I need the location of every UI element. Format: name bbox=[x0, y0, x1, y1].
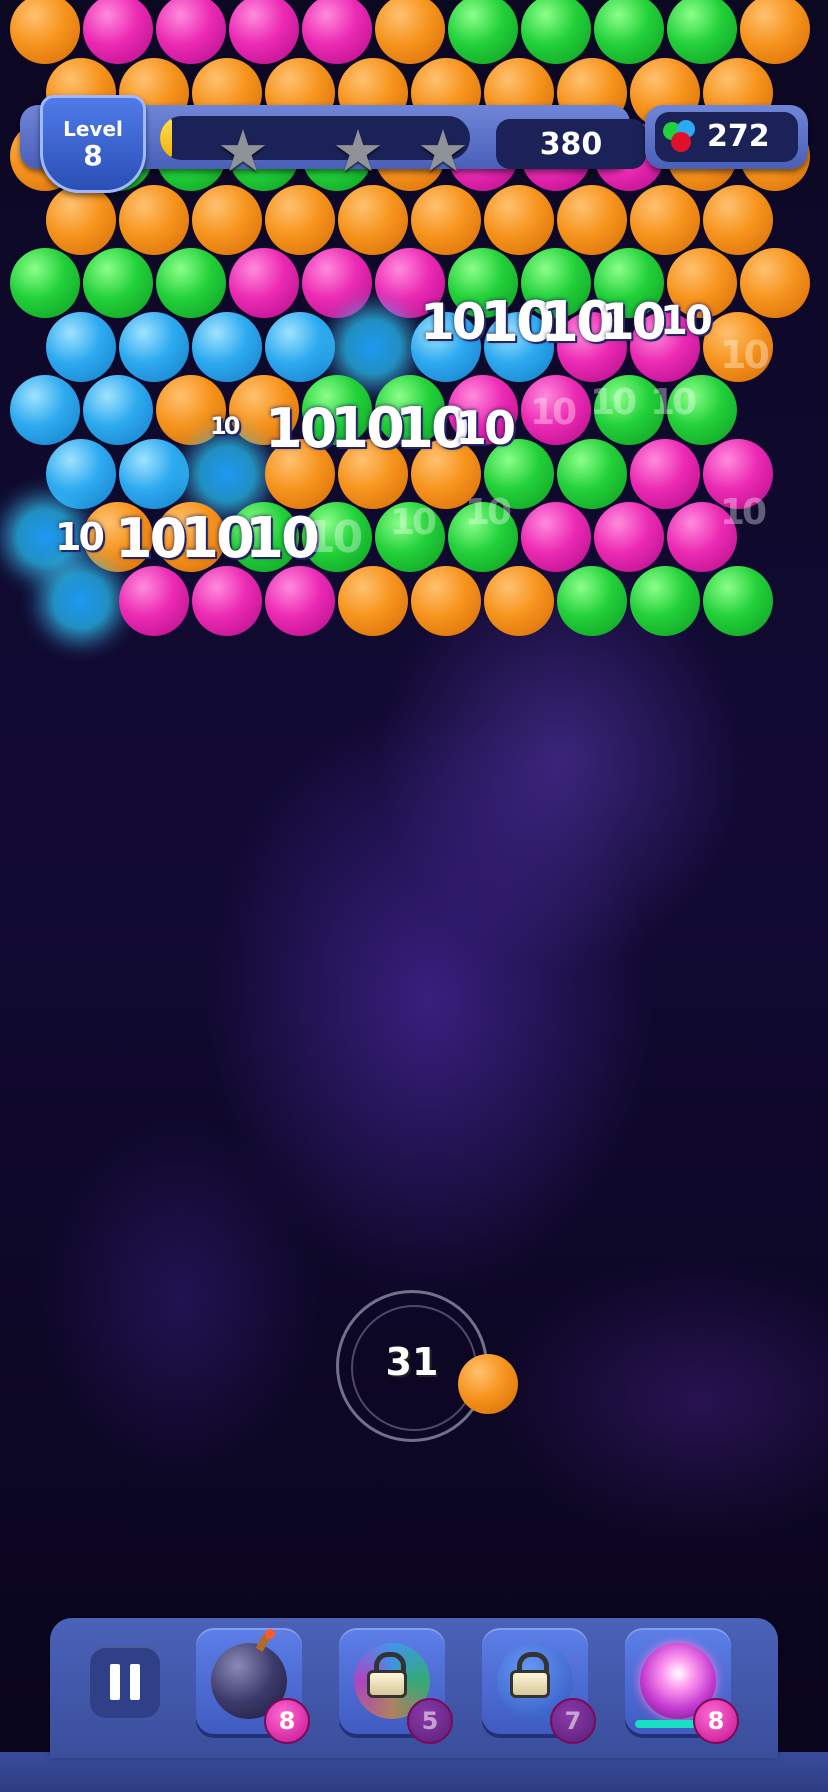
lock-icon bbox=[367, 1652, 407, 1698]
bubble-currency-panel[interactable]: 272 bbox=[645, 105, 808, 169]
score-popup: 10 bbox=[590, 382, 637, 423]
pink-bubble bbox=[265, 565, 335, 636]
score-popup: 10 bbox=[55, 515, 105, 559]
orange-bubble bbox=[10, 0, 80, 64]
green-bubble bbox=[448, 0, 518, 64]
pause-icon-bar bbox=[130, 1664, 140, 1700]
booster-toolbar: 8 5 7 8 bbox=[50, 1618, 778, 1758]
orange-bubble bbox=[484, 565, 554, 636]
orange-bubble bbox=[338, 565, 408, 636]
orange-bubble bbox=[375, 0, 445, 64]
score-popup: 10 bbox=[465, 492, 512, 533]
booster-count-badge: 7 bbox=[550, 1698, 596, 1744]
blue-bubble bbox=[192, 311, 262, 382]
booster-count-badge: 8 bbox=[693, 1698, 739, 1744]
score-popup: 10 bbox=[660, 298, 713, 344]
blue-bubble bbox=[83, 375, 153, 445]
green-bubble bbox=[521, 0, 591, 64]
score-popup: 10 bbox=[720, 333, 770, 377]
score-popup: 10 bbox=[180, 506, 255, 571]
green-bubble bbox=[630, 565, 700, 636]
pink-bubble bbox=[229, 0, 299, 64]
blue-bubble bbox=[265, 311, 335, 382]
orange-bubble bbox=[740, 248, 810, 318]
booster-count-badge: 8 bbox=[264, 1698, 310, 1744]
green-bubble bbox=[83, 248, 153, 318]
bursting-bubble bbox=[192, 438, 262, 509]
score-popup: 10 bbox=[720, 492, 767, 533]
pause-icon bbox=[110, 1664, 120, 1700]
bubble-currency-value: 272 bbox=[707, 119, 770, 154]
star-icon: ★ bbox=[332, 117, 384, 185]
pink-bubble bbox=[119, 565, 189, 636]
next-bubble[interactable] bbox=[458, 1354, 518, 1414]
pink-bubble bbox=[302, 0, 372, 64]
blue-bubble bbox=[46, 311, 116, 382]
pink-bubble bbox=[630, 438, 700, 509]
pink-bubble bbox=[156, 0, 226, 64]
blue-bubble bbox=[46, 438, 116, 509]
level-badge: Level 8 bbox=[40, 95, 146, 193]
pink-bubble bbox=[229, 248, 299, 318]
score-popup: 10 bbox=[330, 396, 405, 461]
bursting-bubble bbox=[46, 565, 116, 636]
score-popup: 10 bbox=[210, 412, 240, 440]
green-bubble bbox=[10, 248, 80, 318]
green-bubble bbox=[667, 0, 737, 64]
pink-bubble bbox=[521, 502, 591, 572]
booster-bomb-button[interactable]: 8 bbox=[196, 1628, 310, 1744]
orange-bubble bbox=[740, 0, 810, 64]
score-popup: 10 bbox=[650, 382, 697, 423]
pause-button[interactable] bbox=[90, 1646, 160, 1718]
pink-bubble bbox=[302, 248, 372, 318]
pink-bubble bbox=[192, 565, 262, 636]
green-bubble bbox=[703, 565, 773, 636]
green-bubble bbox=[557, 565, 627, 636]
bubble-currency-box: 272 bbox=[655, 112, 798, 162]
green-bubble bbox=[156, 248, 226, 318]
progress-fill bbox=[160, 116, 173, 160]
score-display: 380 bbox=[496, 119, 646, 169]
score-popup: 10 bbox=[305, 512, 363, 563]
bottom-strip bbox=[0, 1752, 828, 1792]
green-bubble bbox=[594, 0, 664, 64]
booster-lightning-button[interactable]: 8 bbox=[625, 1628, 739, 1744]
booster-count-badge: 5 bbox=[407, 1698, 453, 1744]
star-icon: ★ bbox=[417, 117, 469, 185]
pink-bubble bbox=[83, 0, 153, 64]
score-popup: 10 bbox=[530, 392, 577, 433]
booster-rainbow-button[interactable]: 5 bbox=[339, 1628, 453, 1744]
score-popup: 10 bbox=[390, 502, 437, 543]
score-popup: 10 bbox=[115, 507, 187, 570]
score-popup: 10 bbox=[455, 401, 516, 455]
bubbles-currency-icon bbox=[663, 120, 703, 154]
level-label: Level bbox=[63, 117, 123, 141]
level-number: 8 bbox=[83, 139, 103, 172]
bursting-bubble bbox=[338, 311, 408, 382]
score-popup: 10 bbox=[265, 397, 337, 460]
booster-fire-button[interactable]: 7 bbox=[482, 1628, 596, 1744]
blue-bubble bbox=[10, 375, 80, 445]
score-popup: 10 bbox=[420, 293, 487, 351]
star-icon: ★ bbox=[217, 117, 269, 185]
green-bubble bbox=[557, 438, 627, 509]
blue-bubble bbox=[119, 438, 189, 509]
score-popup: 10 bbox=[600, 293, 667, 351]
pink-bubble bbox=[594, 502, 664, 572]
lock-icon bbox=[510, 1652, 550, 1698]
top-hud: 380 Level 8 ★ ★ ★ 272 bbox=[0, 95, 828, 205]
blue-bubble bbox=[119, 311, 189, 382]
orange-bubble bbox=[411, 565, 481, 636]
